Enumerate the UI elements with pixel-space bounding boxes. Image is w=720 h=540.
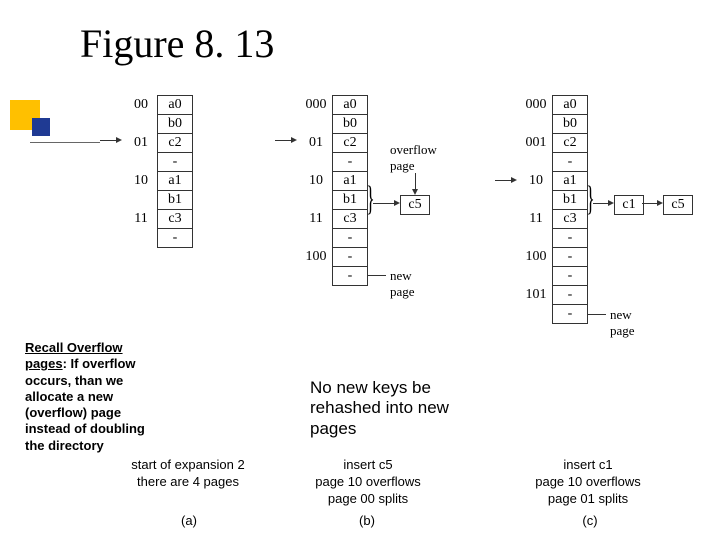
- diagram-area: 00a0 b0 01c2 - 10a1 b1 11c3 - 000a0 b0 0…: [125, 95, 705, 515]
- column-b: 000a0 b0 01c2 - 10a1 b1 11c3 - 100- - ov…: [300, 95, 368, 286]
- overflow-page-label: overflow page: [390, 142, 437, 174]
- column-c: 000a0 b0 001c2 - 10a1 b1 11c3 - 100- - 1…: [520, 95, 588, 324]
- figure-title: Figure 8. 13: [80, 20, 274, 67]
- overflow-c5: c5: [400, 195, 430, 215]
- overflow-c1: c1: [614, 195, 644, 215]
- subfig-c: (c): [570, 513, 610, 528]
- column-a: 00a0 b0 01c2 - 10a1 b1 11c3 -: [125, 95, 193, 248]
- table-b: 000a0 b0 01c2 - 10a1 b1 11c3 - 100- -: [300, 95, 368, 286]
- curly-brace-icon: }: [366, 190, 374, 208]
- caption-b: insert c5 page 10 overflows page 00 spli…: [273, 457, 463, 508]
- new-page-label-b: new page: [390, 268, 415, 300]
- caption-a: start of expansion 2 there are 4 pages: [93, 457, 283, 491]
- new-page-label-c: new page: [610, 307, 635, 339]
- overflow-c5: c5: [663, 195, 693, 215]
- subfig-a: (a): [169, 513, 209, 528]
- subfig-b: (b): [347, 513, 387, 528]
- curly-brace-icon: }: [586, 190, 594, 208]
- table-a: 00a0 b0 01c2 - 10a1 b1 11c3 -: [125, 95, 193, 248]
- table-c: 000a0 b0 001c2 - 10a1 b1 11c3 - 100- - 1…: [520, 95, 588, 324]
- caption-c: insert c1 page 10 overflows page 01 spli…: [493, 457, 683, 508]
